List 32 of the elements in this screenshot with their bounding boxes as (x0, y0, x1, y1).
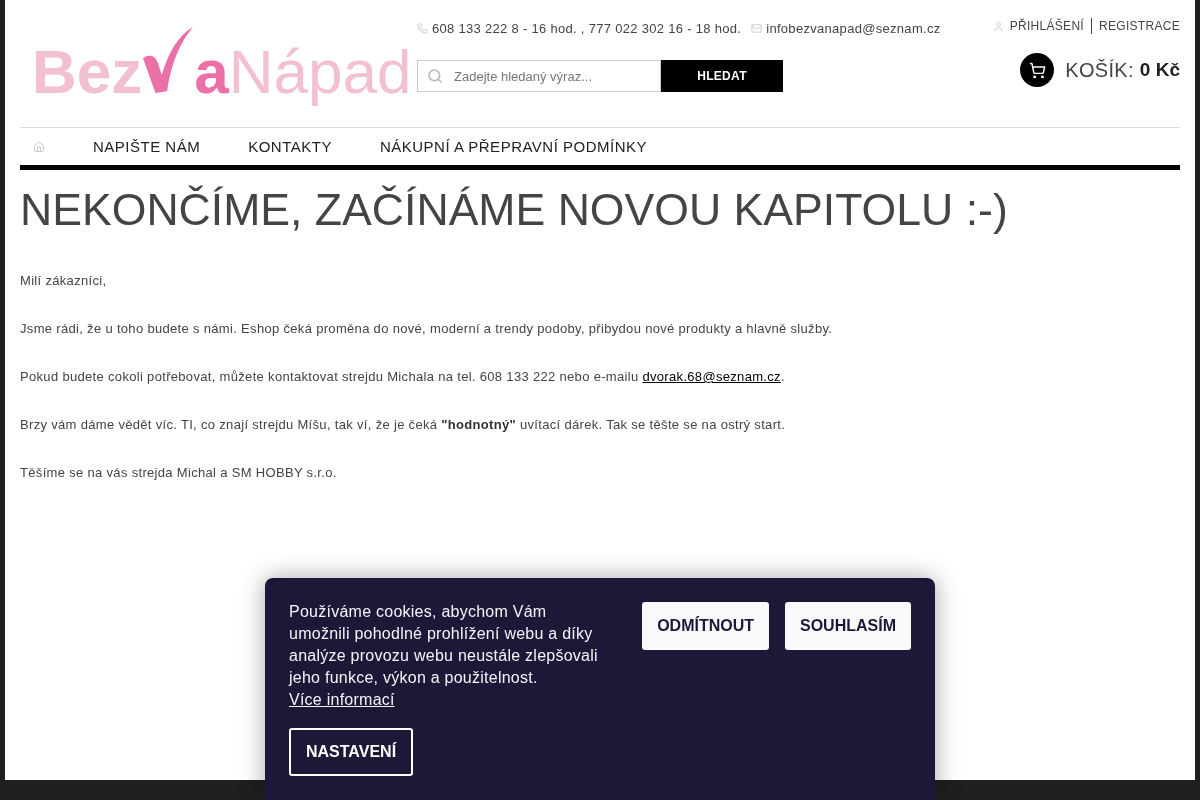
login-link[interactable]: PŘIHLÁŠENÍ (1009, 19, 1084, 33)
logo-text: Nápad (228, 40, 412, 104)
search-field[interactable]: Zadejte hledaný výraz... (417, 60, 661, 92)
settings-button[interactable]: NASTAVENÍ (289, 728, 414, 776)
cart-icon[interactable] (1020, 53, 1055, 87)
search-button[interactable]: HLEDAT (661, 60, 783, 92)
paragraph: Těšíme se na vás strejda Michal a SM HOBBY s.r.o. (20, 464, 338, 482)
logo-text: a (194, 40, 229, 104)
phone-hours: 608 133 222 8 - 16 hod. , 777 022 302 16 - 18 hod. (432, 20, 742, 36)
paragraph: Brzy vám dáme vědět víc. TI, co znají strejdu Míšu, tak ví, že je čeká "hodnotný" uvítací dárek. Tak se těšte se na ostrý start. (20, 416, 787, 434)
paragraph: Milí zákazníci, (20, 272, 108, 290)
paragraph: Jsme rádi, že u toho budete s námi. Eshop čeká proměna do nové, moderní a trendy podoby, přibydou nové produkty a hlavně služby. (20, 320, 834, 338)
phone-icon (417, 22, 428, 34)
cart-total: 0 Kč (1139, 59, 1180, 81)
cookie-button[interactable]: SOUHLASÍM (785, 602, 911, 650)
search-icon (427, 68, 443, 84)
more-info-link[interactable]: Více informací (289, 689, 395, 711)
email-address: infobezvanapad@seznam.cz (766, 20, 941, 36)
page-title: NEKONČÍME, ZAČÍNÁME NOVOU KAPITOLU :-) (20, 184, 1009, 236)
nav-link[interactable]: KONTAKTY (224, 138, 356, 155)
user-icon (992, 20, 1004, 32)
nav-link[interactable]: NAPIŠTE NÁM (69, 138, 225, 155)
email-link[interactable]: dvorak.68@seznam.cz (642, 369, 781, 384)
cart-label: KOŠÍK: (1065, 58, 1134, 82)
checkmark-icon (143, 27, 194, 93)
paragraph: Pokud budete cokoli potřebovat, můžete kontaktovat strejdu Michala na tel. 608 133 222 nebo e-mailu dvorak.68@seznam.cz. (20, 368, 786, 386)
mail-icon (751, 22, 763, 34)
cookie-button[interactable]: ODMÍTNOUT (642, 602, 769, 650)
nav-link[interactable]: NÁKUPNÍ A PŘEPRAVNÍ PODMÍNKY (355, 138, 672, 155)
logo-text: Bez (32, 40, 143, 104)
cookie-message: Používáme cookies, abychom Vám umožnili pohodlné prohlížení webu a díky analýze provozu webu neustále zlepšovali jeho funkce, výkon a použitelnost. (289, 602, 599, 688)
register-link[interactable]: REGISTRACE (1099, 19, 1180, 33)
